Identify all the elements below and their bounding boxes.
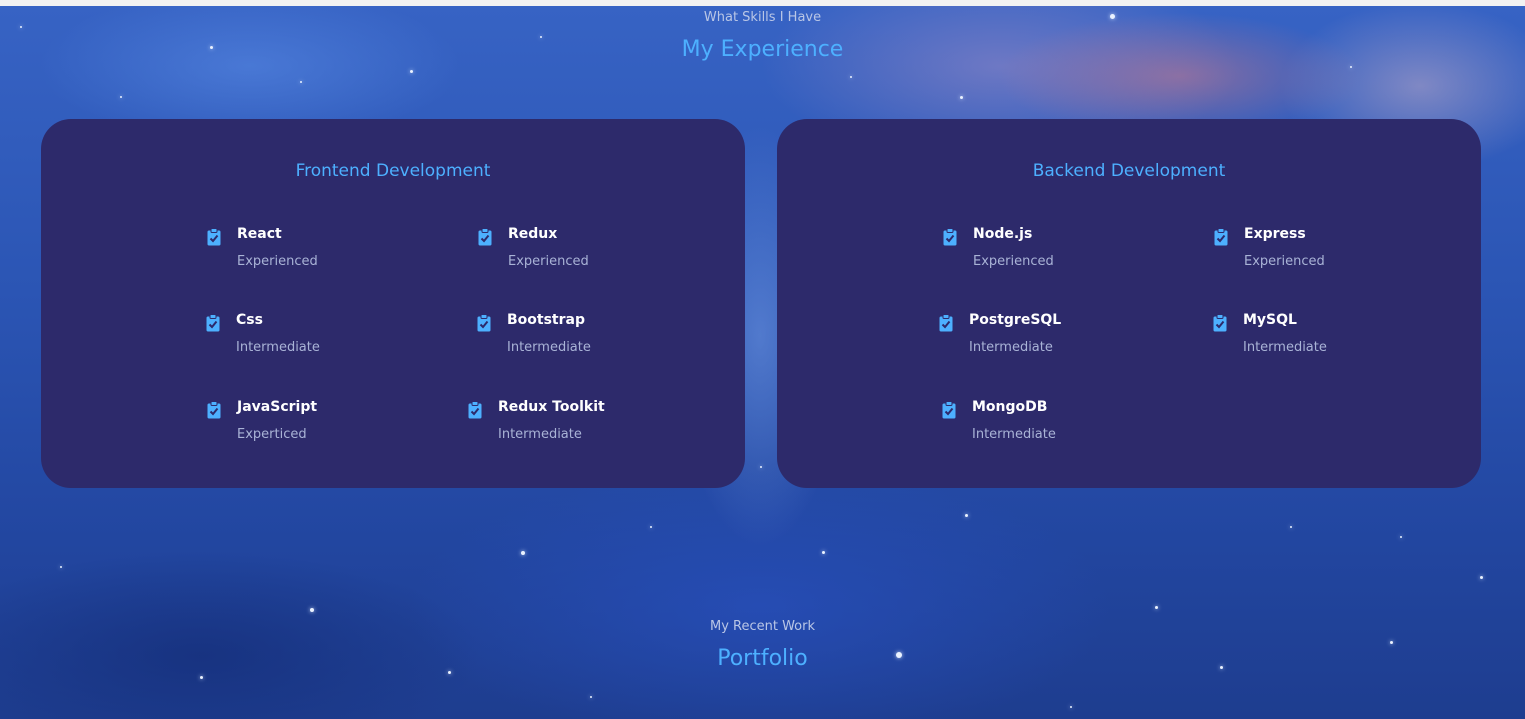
backend-card-title: Backend Development [1032, 161, 1226, 181]
star-dot [1290, 526, 1292, 528]
clipboard-check-icon [943, 228, 957, 246]
experience-subtitle: What Skills I Have [703, 10, 822, 25]
star-dot [310, 608, 314, 612]
star-dot [760, 466, 762, 468]
star-dot [300, 81, 302, 83]
clipboard-check-icon [468, 401, 482, 419]
skill-level: Intermediate [969, 340, 1053, 355]
frontend-card: Frontend Development React Experienced R… [41, 119, 745, 488]
star-dot [822, 551, 825, 554]
skill-item: PostgreSQL Intermediate [939, 312, 1159, 362]
portfolio-subtitle: My Recent Work [709, 619, 816, 634]
skill-item: Node.js Experienced [943, 226, 1163, 276]
star-dot [960, 96, 963, 99]
skill-name: Express [1244, 226, 1306, 242]
star-dot [590, 696, 592, 698]
skill-name: MongoDB [972, 399, 1048, 415]
clipboard-check-icon [942, 401, 956, 419]
backend-card: Backend Development Node.js Experienced … [777, 119, 1481, 488]
skill-name: JavaScript [237, 399, 318, 415]
clipboard-check-icon [477, 314, 491, 332]
star-dot [448, 671, 451, 674]
frontend-card-title: Frontend Development [295, 161, 491, 181]
skill-item: MongoDB Intermediate [942, 399, 1162, 449]
star-dot [1480, 576, 1483, 579]
skill-name: React [237, 226, 282, 242]
skill-level: Intermediate [507, 340, 591, 355]
clipboard-check-icon [939, 314, 953, 332]
star-dot [1400, 536, 1402, 538]
portfolio-title: Portfolio [717, 646, 808, 671]
skill-level: Experienced [237, 254, 318, 269]
skill-item: Express Experienced [1214, 226, 1434, 276]
skill-level: Experticed [237, 427, 307, 442]
star-dot [410, 70, 413, 73]
star-dot [120, 96, 122, 98]
star-dot [1350, 66, 1352, 68]
star-dot [1390, 641, 1393, 644]
star-dot [521, 551, 525, 555]
skill-level: Experienced [508, 254, 589, 269]
star-dot [60, 566, 62, 568]
skill-name: PostgreSQL [969, 312, 1062, 328]
skill-item: React Experienced [207, 226, 427, 276]
skill-name: Node.js [973, 226, 1033, 242]
skill-level: Experienced [1244, 254, 1325, 269]
star-dot [850, 76, 852, 78]
star-dot [1155, 606, 1158, 609]
skill-name: Redux Toolkit [498, 399, 605, 415]
clipboard-check-icon [478, 228, 492, 246]
skill-level: Intermediate [1243, 340, 1327, 355]
skill-item: Redux Experienced [478, 226, 698, 276]
skill-name: Css [236, 312, 263, 328]
skill-item: Redux Toolkit Intermediate [468, 399, 688, 449]
skill-level: Intermediate [498, 427, 582, 442]
skill-item: Css Intermediate [206, 312, 426, 362]
clipboard-check-icon [206, 314, 220, 332]
star-dot [1070, 706, 1072, 708]
skill-name: Redux [508, 226, 558, 242]
skill-name: MySQL [1243, 312, 1297, 328]
skill-level: Intermediate [972, 427, 1056, 442]
clipboard-check-icon [207, 401, 221, 419]
skill-item: JavaScript Experticed [207, 399, 427, 449]
star-dot [650, 526, 652, 528]
star-dot [20, 26, 22, 28]
clipboard-check-icon [1213, 314, 1227, 332]
star-dot [200, 676, 203, 679]
skill-level: Intermediate [236, 340, 320, 355]
skill-item: Bootstrap Intermediate [477, 312, 697, 362]
skill-name: Bootstrap [507, 312, 585, 328]
clipboard-check-icon [1214, 228, 1228, 246]
skill-level: Experienced [973, 254, 1054, 269]
clipboard-check-icon [207, 228, 221, 246]
star-dot [965, 514, 968, 517]
experience-title: My Experience [681, 37, 844, 62]
skill-item: MySQL Intermediate [1213, 312, 1433, 362]
